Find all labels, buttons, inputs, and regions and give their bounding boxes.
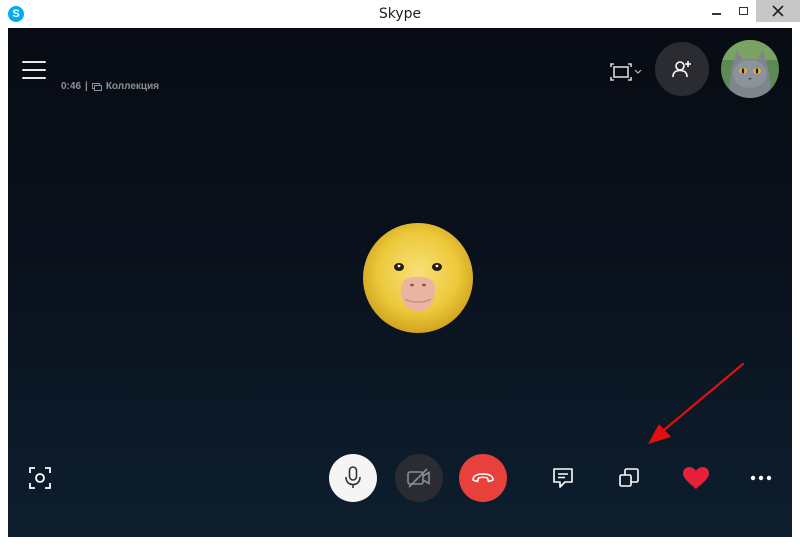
chevron-down-icon <box>634 69 642 74</box>
more-options-button[interactable] <box>747 464 775 492</box>
reactions-button[interactable] <box>681 464 711 492</box>
collection-icon <box>91 82 102 91</box>
menu-line <box>22 77 46 79</box>
layout-switch-button[interactable] <box>610 60 646 84</box>
more-icon <box>750 475 772 481</box>
close-icon <box>772 5 784 17</box>
menu-line <box>22 61 46 63</box>
microphone-button[interactable] <box>329 454 377 502</box>
call-info: 0:46 | Коллекция <box>61 81 159 92</box>
snapshot-button[interactable] <box>26 464 54 492</box>
layout-icon <box>610 63 632 81</box>
video-toggle-button[interactable] <box>395 454 443 502</box>
minimize-icon <box>711 13 721 15</box>
skype-window: S Skype 0:46 | Коллекция <box>0 0 800 545</box>
heart-icon <box>683 467 709 489</box>
duckling-avatar <box>363 223 473 333</box>
close-button[interactable] <box>756 0 800 22</box>
maximize-button[interactable] <box>730 0 756 22</box>
chat-icon <box>553 468 573 488</box>
chat-button[interactable] <box>549 464 577 492</box>
call-area: 0:46 | Коллекция <box>8 28 792 537</box>
title-bar: S Skype <box>0 0 800 28</box>
video-off-icon <box>407 468 430 488</box>
hang-up-icon <box>472 473 494 483</box>
collection-label[interactable]: Коллекция <box>106 81 159 92</box>
self-avatar[interactable] <box>721 40 779 98</box>
maximize-icon <box>738 7 748 15</box>
window-title: Skype <box>378 6 422 22</box>
gray-cat-avatar <box>721 40 779 98</box>
call-duration: 0:46 <box>61 81 82 92</box>
minimize-button[interactable] <box>702 0 730 22</box>
add-participant-button[interactable] <box>655 42 709 96</box>
contact-avatar <box>363 223 473 333</box>
snapshot-icon <box>29 467 51 489</box>
share-screen-icon <box>619 468 639 487</box>
hang-up-button[interactable] <box>459 454 507 502</box>
share-screen-button[interactable] <box>615 464 643 492</box>
hamburger-menu-button[interactable] <box>22 61 46 81</box>
separator: | <box>85 81 88 92</box>
microphone-icon <box>345 466 361 488</box>
add-person-icon <box>672 61 691 78</box>
menu-line <box>22 69 46 71</box>
